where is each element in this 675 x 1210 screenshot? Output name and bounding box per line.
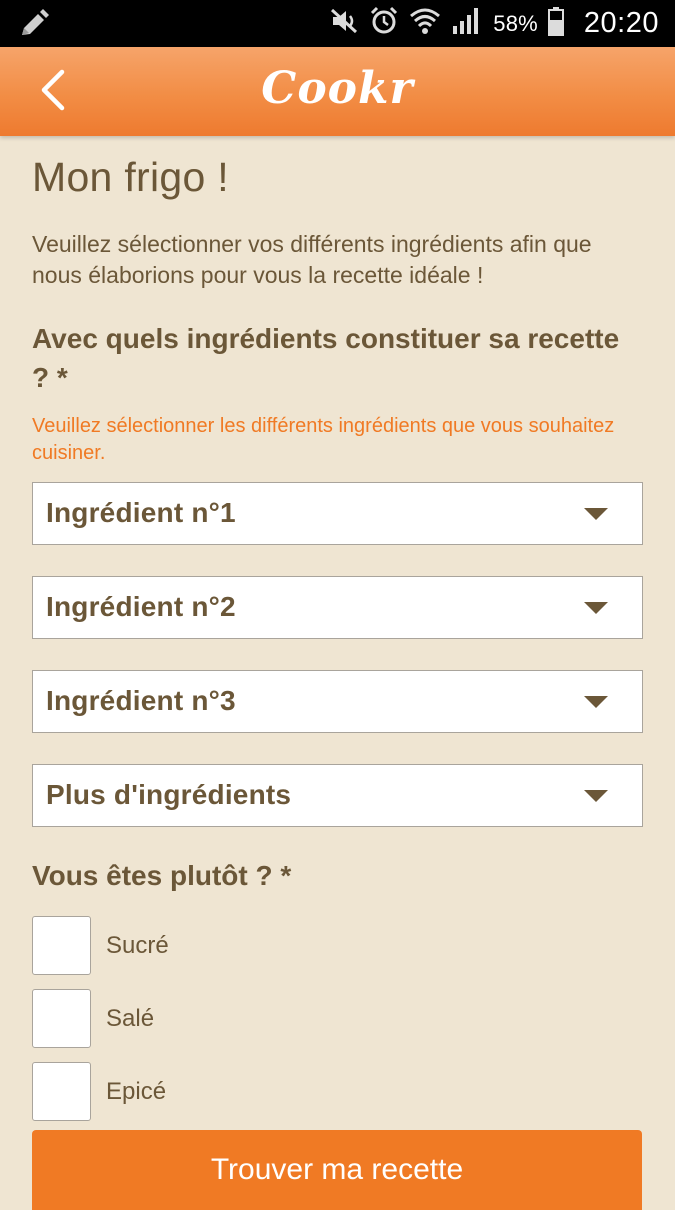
dropdown-arrow-icon	[584, 602, 608, 614]
ingredient-selects: Ingrédient n°1 Ingrédient n°2 Ingrédient…	[32, 482, 643, 827]
app-logo-title: Cookr	[261, 63, 414, 114]
clock: 20:20	[583, 7, 659, 39]
checkbox-sucre[interactable]	[32, 916, 91, 975]
ingredient-select-2[interactable]: Ingrédient n°2	[32, 576, 643, 639]
alarm-icon	[369, 6, 399, 41]
edit-icon	[18, 9, 50, 39]
select-label: Ingrédient n°1	[46, 497, 236, 528]
dropdown-arrow-icon	[584, 696, 608, 708]
battery-percentage: 58%	[493, 10, 538, 36]
checkbox-sale[interactable]	[32, 989, 91, 1048]
option-epice: Epicé	[32, 1055, 643, 1128]
page-title: Mon frigo !	[32, 154, 229, 200]
checkbox-label[interactable]: Salé	[106, 1005, 154, 1033]
ingredients-question: Avec quels ingrédients constituer sa rec…	[32, 323, 620, 393]
intro-text: Veuillez sélectionner vos différents ing…	[32, 231, 592, 288]
checkbox-label[interactable]: Sucré	[106, 932, 169, 960]
checkbox-epice[interactable]	[32, 1062, 91, 1121]
signal-icon	[451, 6, 481, 41]
taste-options: Sucré Salé Epicé	[32, 909, 643, 1128]
battery-icon	[547, 6, 564, 41]
main-content: Mon frigo ! Veuillez sélectionner vos di…	[32, 136, 643, 1128]
option-sucre: Sucré	[32, 909, 643, 982]
app-bar: Cookr	[0, 47, 675, 136]
ingredient-select-3[interactable]: Ingrédient n°3	[32, 670, 643, 733]
status-bar: 58% 20:20	[0, 0, 675, 47]
wifi-icon	[409, 6, 441, 41]
option-sale: Salé	[32, 982, 643, 1055]
mute-icon	[329, 7, 359, 40]
select-label: Plus d'ingrédients	[46, 779, 292, 810]
more-ingredients-select[interactable]: Plus d'ingrédients	[32, 764, 643, 827]
dropdown-arrow-icon	[584, 508, 608, 520]
ingredients-hint: Veuillez sélectionner les différents ing…	[32, 415, 615, 464]
taste-question: Vous êtes plutôt ? *	[32, 860, 292, 891]
ingredient-select-1[interactable]: Ingrédient n°1	[32, 482, 643, 545]
select-label: Ingrédient n°2	[46, 591, 236, 622]
select-label: Ingrédient n°3	[46, 685, 236, 716]
dropdown-arrow-icon	[584, 790, 608, 802]
find-recipe-button[interactable]: Trouver ma recette	[32, 1130, 642, 1210]
checkbox-label[interactable]: Epicé	[106, 1078, 166, 1106]
